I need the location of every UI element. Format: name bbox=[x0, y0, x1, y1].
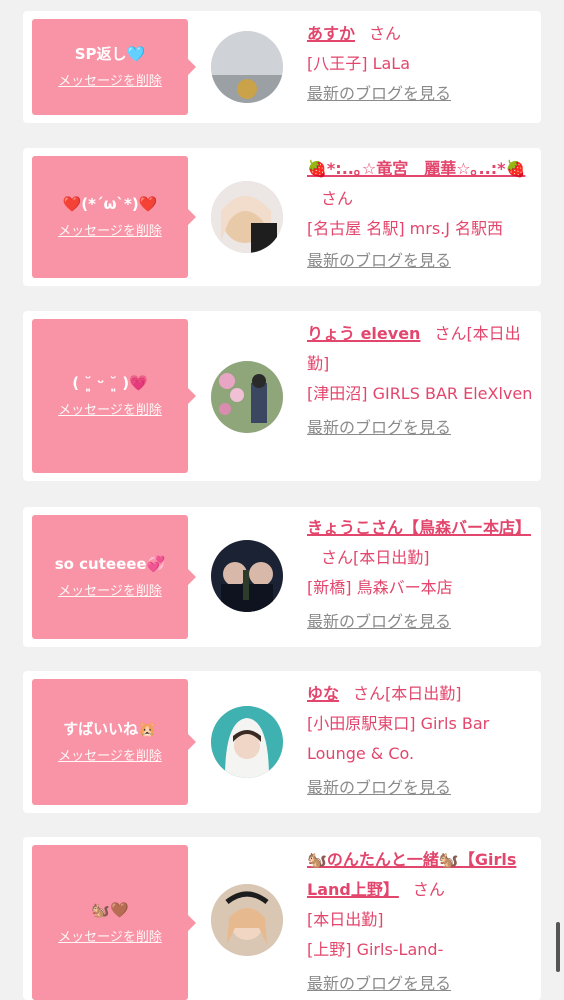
message-card: ❤️(*´ω`*)❤️ メッセージを削除 🍓*:..｡☆竜宮 麗華☆｡..:*🍓… bbox=[23, 148, 541, 286]
delete-message-link[interactable]: メッセージを削除 bbox=[58, 403, 162, 419]
message-bubble: ( ˘͈ ᵕ ˘͈ )💗 メッセージを削除 bbox=[32, 319, 196, 473]
message-text: SP返し🩵 bbox=[74, 45, 146, 63]
honorific: さん[本日出勤] bbox=[321, 548, 430, 567]
message-bubble: so cuteeee💞 メッセージを削除 bbox=[32, 515, 196, 639]
user-name-link[interactable]: りょう eleven bbox=[307, 324, 420, 343]
shop-location: [上野] Girls-Land- bbox=[307, 940, 444, 959]
message-card: SP返し🩵 メッセージを削除 あすか さん [八王子] LaLa 最新のブログを見… bbox=[23, 11, 541, 123]
message-card: so cuteeee💞 メッセージを削除 きょうこさん【鳥森バー本店】さん[本日… bbox=[23, 507, 541, 647]
latest-blog-link[interactable]: 最新のブログを見る bbox=[307, 607, 535, 637]
shop-location: [八王子] LaLa bbox=[307, 54, 411, 73]
delete-message-link[interactable]: メッセージを削除 bbox=[58, 749, 162, 765]
message-text: すばいいね🐹 bbox=[63, 720, 157, 738]
delete-message-link[interactable]: メッセージを削除 bbox=[58, 224, 162, 240]
avatar[interactable] bbox=[211, 884, 283, 956]
delete-message-link[interactable]: メッセージを削除 bbox=[58, 584, 162, 600]
honorific: さん bbox=[412, 880, 445, 899]
scrollbar[interactable] bbox=[556, 922, 560, 972]
user-name-link[interactable]: きょうこさん【鳥森バー本店】 bbox=[307, 518, 531, 537]
message-text: 🐿️🤎 bbox=[91, 900, 129, 919]
message-bubble: ❤️(*´ω`*)❤️ メッセージを削除 bbox=[32, 156, 196, 278]
user-name-link[interactable]: あすか bbox=[307, 24, 355, 43]
user-name-link[interactable]: ゆな bbox=[307, 684, 339, 703]
latest-blog-link[interactable]: 最新のブログを見る bbox=[307, 79, 535, 109]
user-name-link[interactable]: 🍓*:..｡☆竜宮 麗華☆｡..:*🍓 bbox=[307, 159, 525, 178]
message-card: すばいいね🐹 メッセージを削除 ゆな さん[本日出勤] [小田原駅東口] Girl… bbox=[23, 671, 541, 813]
delete-message-link[interactable]: メッセージを削除 bbox=[58, 74, 162, 90]
avatar[interactable] bbox=[211, 361, 283, 433]
user-name-link[interactable]: 🐿️のんたんと一緒🐿️【Girls Land上野】 bbox=[307, 850, 516, 899]
message-text: ❤️(*´ω`*)❤️ bbox=[62, 195, 158, 213]
latest-blog-link[interactable]: 最新のブログを見る bbox=[307, 773, 535, 803]
avatar[interactable] bbox=[211, 181, 283, 253]
shop-location: [小田原駅東口] Girls Bar Lounge & Co. bbox=[307, 714, 490, 763]
delete-message-link[interactable]: メッセージを削除 bbox=[58, 930, 162, 946]
message-text: so cuteeee💞 bbox=[54, 555, 166, 573]
work-status: [本日出勤] bbox=[307, 910, 384, 929]
shop-location: [名古屋 名駅] mrs.J 名駅西 bbox=[307, 219, 504, 238]
honorific: さん[本日出勤] bbox=[353, 684, 462, 703]
latest-blog-link[interactable]: 最新のブログを見る bbox=[307, 969, 535, 999]
message-card: ( ˘͈ ᵕ ˘͈ )💗 メッセージを削除 りょう eleven さん[本日出勤]… bbox=[23, 311, 541, 481]
shop-location: [津田沼] GIRLS BAR EleXlven bbox=[307, 384, 533, 403]
latest-blog-link[interactable]: 最新のブログを見る bbox=[307, 413, 535, 443]
message-bubble: 🐿️🤎 メッセージを削除 bbox=[32, 845, 196, 1000]
honorific: さん bbox=[321, 189, 354, 208]
shop-location: [新橋] 鳥森バー本店 bbox=[307, 578, 453, 597]
message-text: ( ˘͈ ᵕ ˘͈ )💗 bbox=[72, 374, 148, 392]
message-bubble: すばいいね🐹 メッセージを削除 bbox=[32, 679, 196, 805]
latest-blog-link[interactable]: 最新のブログを見る bbox=[307, 246, 535, 276]
avatar[interactable] bbox=[211, 706, 283, 778]
message-card: 🐿️🤎 メッセージを削除 🐿️のんたんと一緒🐿️【Girls Land上野】 さん… bbox=[23, 837, 541, 1000]
message-bubble: SP返し🩵 メッセージを削除 bbox=[32, 19, 196, 115]
honorific: さん bbox=[369, 24, 402, 43]
avatar[interactable] bbox=[211, 540, 283, 612]
avatar[interactable] bbox=[211, 31, 283, 103]
